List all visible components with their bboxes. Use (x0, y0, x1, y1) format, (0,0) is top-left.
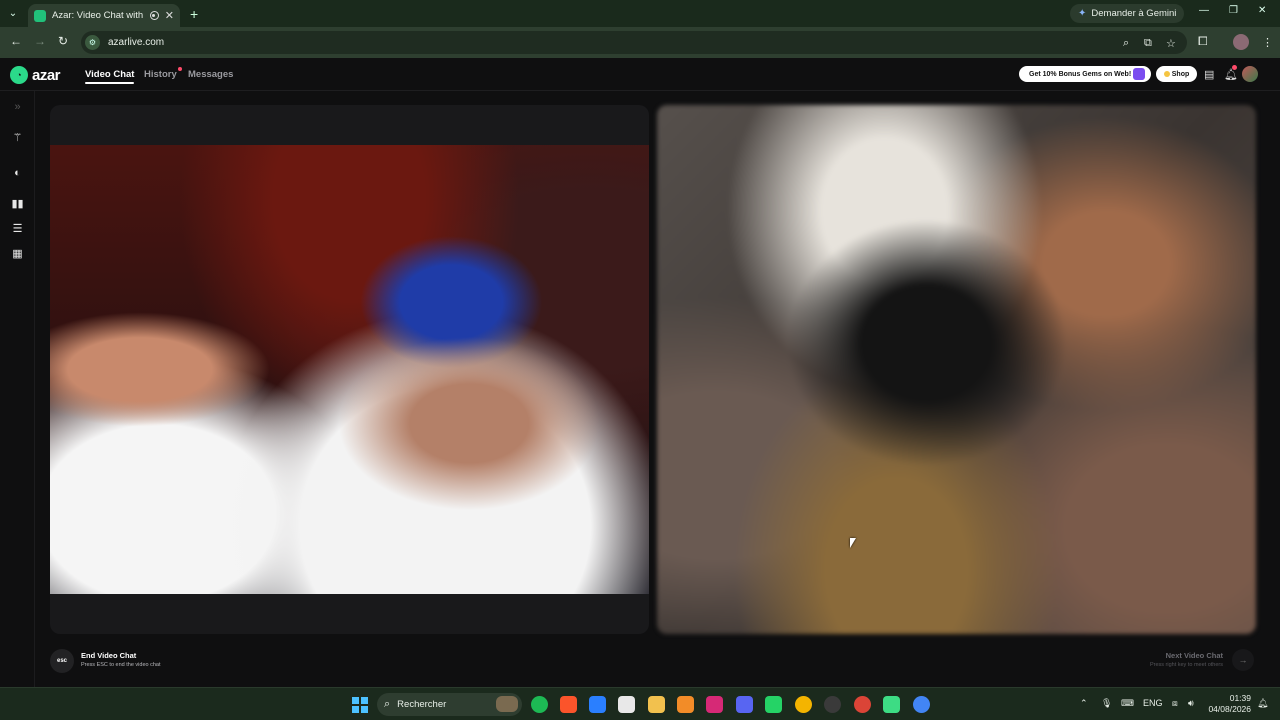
history-notification-dot (177, 67, 182, 71)
address-bar[interactable]: ⚙ azarlive.com ⌕ ⧉ ☆ (81, 31, 1187, 54)
gemini-label: Demander à Gemini (1091, 8, 1177, 19)
zoom-icon[interactable]: ⌕ (1123, 37, 1129, 50)
browser-toolbar: ← → ↻ ⚙ azarlive.com ⌕ ⧉ ☆ ⧠ (0, 27, 1280, 58)
vlc-icon[interactable] (677, 696, 694, 713)
end-chat-esc-button[interactable]: esc (50, 649, 74, 673)
windows-taskbar: ⌕ Rechercher ⌃ 🎙︎ ⌨ ENG ⧈ 🔊︎ 01:39 04/08… (0, 687, 1280, 720)
layout-side-by-side-icon[interactable]: ▮▮ (11, 197, 24, 210)
collapse-icon[interactable]: » (11, 100, 24, 113)
end-chat-title[interactable]: End Video Chat (81, 651, 136, 660)
reload-icon[interactable]: ↻ (58, 34, 68, 48)
self-camera-panel (50, 105, 649, 634)
bell-icon[interactable]: 🔔︎ (1224, 68, 1238, 81)
nav-video-chat[interactable]: Video Chat (85, 69, 135, 84)
left-sidebar: » ⚚ ◐ ▮▮ ☰ ▦ (0, 91, 35, 687)
gems-promo-button[interactable]: Get 10% Bonus Gems on Web! (1019, 66, 1151, 82)
clock-time: 01:39 (1229, 693, 1251, 703)
gift-icon (1133, 68, 1145, 80)
network-icon[interactable]: ⧈ (1172, 698, 1178, 709)
discord-icon[interactable] (736, 696, 753, 713)
filter-icon[interactable]: ◐ (11, 166, 24, 179)
clock-date: 04/08/2026 (1208, 704, 1251, 714)
inbox-icon[interactable]: ▤ (1204, 68, 1214, 81)
gem-coin-icon (1163, 71, 1170, 77)
file-explorer-icon[interactable] (648, 696, 665, 713)
azar-favicon-icon (34, 9, 46, 22)
android-studio-icon[interactable] (883, 696, 900, 713)
nav-history[interactable]: History (144, 67, 182, 80)
volume-icon[interactable]: 🔊︎ (1188, 698, 1194, 709)
chrome-active-icon[interactable] (913, 696, 930, 713)
windows-start-icon[interactable] (352, 697, 368, 713)
tray-overflow-icon[interactable]: ⌃ (1080, 698, 1088, 709)
browser-tab[interactable]: Azar: Video Chat with New ✕ (28, 4, 180, 27)
site-info-icon[interactable]: ⚙ (85, 35, 100, 50)
keyboard-icon[interactable]: ⌨ (1121, 698, 1134, 709)
azar-logo[interactable]: ◔ azar (10, 66, 61, 84)
restore-icon[interactable]: ❐ (1229, 5, 1238, 16)
forward-icon[interactable]: → (34, 34, 46, 48)
security-shield-icon[interactable] (589, 696, 606, 713)
chrome-profile-icon[interactable] (854, 696, 871, 713)
azar-logo-icon: ◔ (10, 66, 28, 84)
chrome-icon[interactable] (795, 696, 812, 713)
layout-stacked-icon[interactable]: ☰ (11, 222, 24, 235)
brave-icon[interactable] (560, 696, 577, 713)
azar-logo-text: azar (32, 66, 61, 84)
user-avatar[interactable] (1242, 66, 1258, 82)
bookmark-star-icon[interactable]: ☆ (1166, 37, 1176, 50)
browser-tab-strip: ⌄ Azar: Video Chat with New ✕ + ✦ Demand… (0, 0, 1280, 27)
gems-promo-label: Get 10% Bonus Gems on Web! (1029, 70, 1132, 78)
nav-history-label: History (144, 69, 177, 80)
shop-button[interactable]: Shop (1156, 66, 1197, 82)
url-text: azarlive.com (108, 37, 165, 48)
taskbar-search[interactable]: ⌕ Rechercher (377, 693, 522, 716)
gemini-spark-icon: ✦ (1078, 8, 1087, 19)
close-window-icon[interactable]: ✕ (1258, 5, 1266, 16)
store-icon[interactable] (618, 696, 635, 713)
microphone-icon[interactable]: 🎙︎ (1101, 698, 1112, 709)
shop-label: Shop (1171, 70, 1190, 78)
search-icon: ⌕ (384, 698, 391, 710)
search-highlight-icon (496, 696, 518, 712)
magic-wand-icon[interactable]: ⚚ (11, 131, 24, 144)
next-chat-title[interactable]: Next Video Chat (1166, 651, 1223, 660)
partner-video-panel[interactable] (657, 105, 1256, 634)
end-chat-hint: Press ESC to end the video chat (81, 662, 161, 668)
recording-icon (149, 11, 159, 20)
new-tab-button[interactable]: + (190, 6, 198, 22)
system-clock[interactable]: 01:39 04/08/2026 (1207, 693, 1251, 715)
taskbar-search-label: Rechercher (397, 699, 447, 710)
tab-title: Azar: Video Chat with New (52, 10, 146, 21)
next-chat-arrow-button[interactable]: → (1232, 649, 1254, 671)
notification-center-icon[interactable]: 🔔︎ (1257, 698, 1268, 709)
self-camera-video (50, 145, 649, 594)
instagram-icon[interactable] (706, 696, 723, 713)
browser-menu-icon[interactable]: ⋮ (1262, 36, 1273, 49)
whatsapp-icon[interactable] (765, 696, 782, 713)
nav-messages[interactable]: Messages (188, 69, 233, 80)
back-icon[interactable]: ← (10, 34, 22, 48)
tab-close-icon[interactable]: ✕ (165, 9, 174, 22)
gemini-button[interactable]: ✦ Demander à Gemini (1070, 4, 1185, 23)
install-app-icon[interactable]: ⧉ (1144, 37, 1152, 50)
language-indicator[interactable]: ENG (1143, 698, 1163, 708)
browser-profile-avatar[interactable] (1233, 34, 1249, 50)
extensions-icon[interactable]: ⧠ (1198, 34, 1208, 49)
minimize-icon[interactable]: — (1199, 5, 1209, 16)
mouse-cursor-icon (850, 538, 856, 548)
layout-grid-icon[interactable]: ▦ (11, 247, 24, 260)
next-chat-hint: Press right key to meet others (1149, 662, 1223, 668)
steam-icon[interactable] (824, 696, 841, 713)
tab-search-icon[interactable]: ⌄ (4, 5, 22, 23)
bell-notification-dot (1232, 65, 1237, 70)
spotify-icon[interactable] (531, 696, 548, 713)
